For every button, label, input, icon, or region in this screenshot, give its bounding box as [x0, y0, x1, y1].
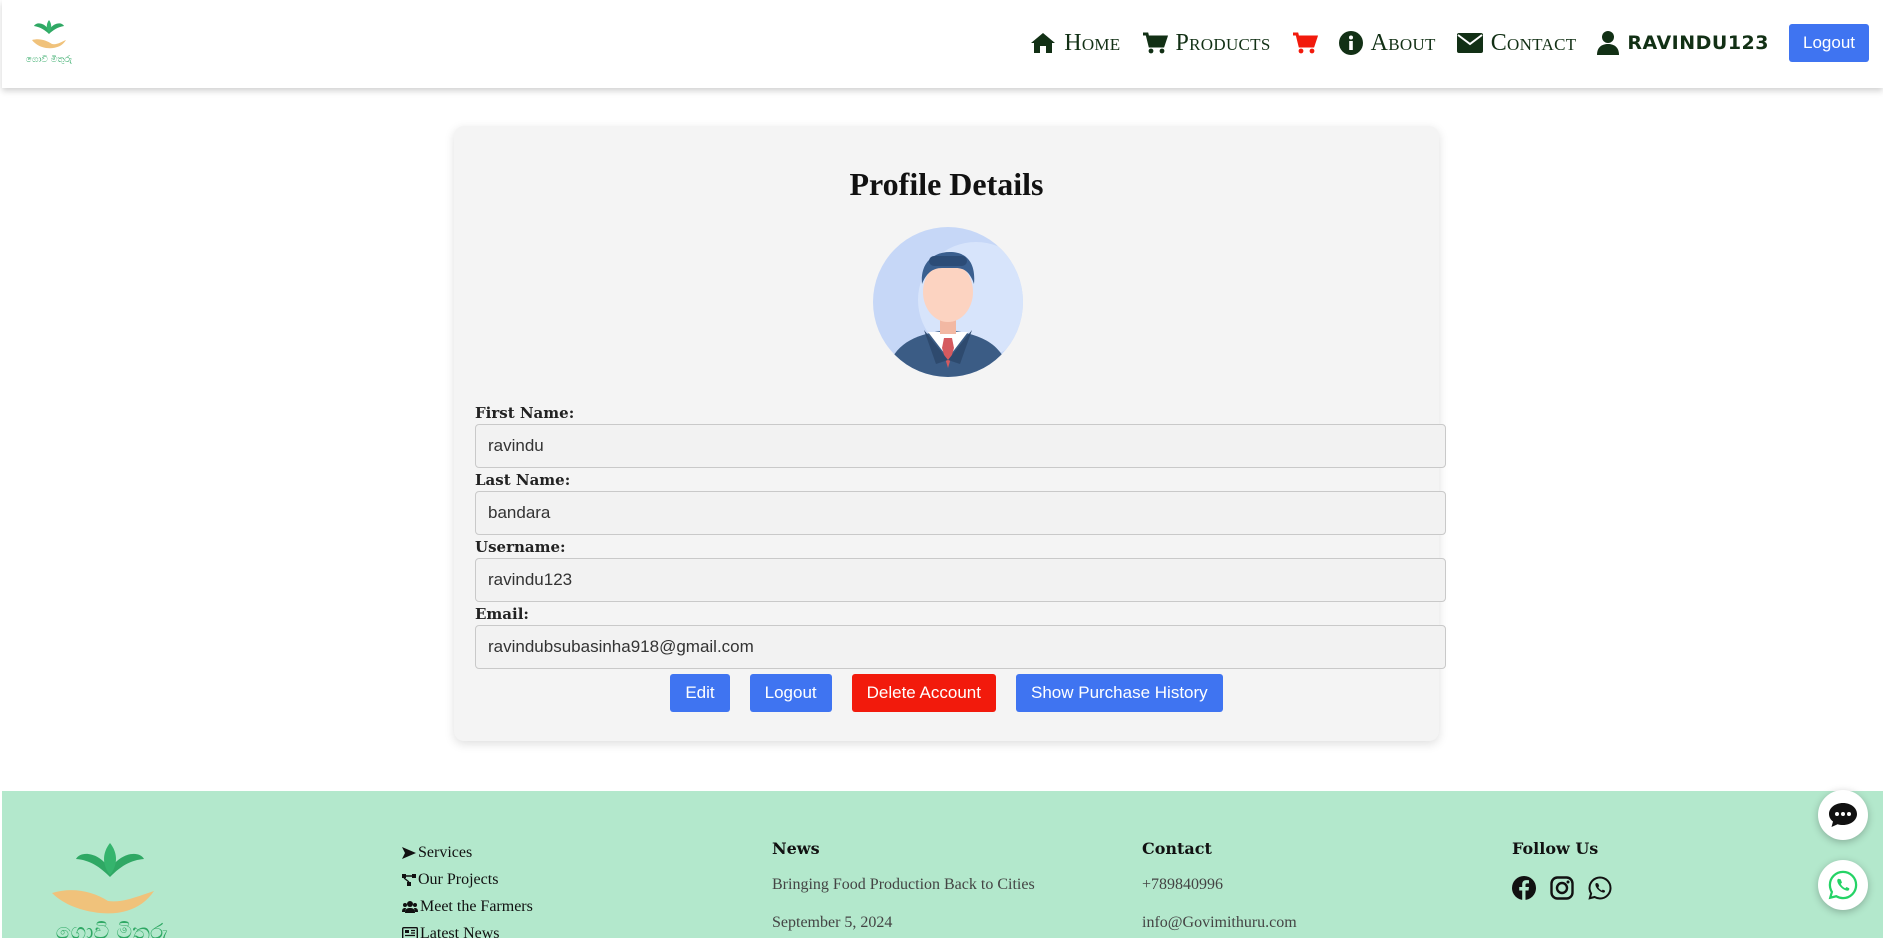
navbar: ගොවි මිතුරු Home Products About Contact …: [2, 0, 1883, 88]
footer-contact: Contact +789840996 info@Govimithuru.com: [1142, 839, 1297, 938]
edit-button[interactable]: Edit: [670, 674, 730, 712]
whatsapp-float-icon: [1828, 870, 1858, 900]
footer-links: Services Our Projects Meet the Farmers L…: [402, 839, 533, 938]
username-input[interactable]: [475, 558, 1446, 602]
chat-bubble-icon: [1829, 803, 1857, 827]
nav-products[interactable]: Products: [1142, 30, 1271, 57]
shopping-cart-icon: [1142, 32, 1168, 54]
footer-follow: Follow Us: [1512, 839, 1626, 900]
main-nav: Home Products About Contact RAVINDU123 L…: [1009, 24, 1869, 62]
paper-plane-icon: [402, 846, 416, 859]
footer-link-services[interactable]: Services: [402, 839, 533, 866]
chat-button[interactable]: [1818, 790, 1868, 840]
nav-about[interactable]: About: [1338, 29, 1436, 57]
nav-username: RAVINDU123: [1627, 32, 1769, 54]
nav-contact[interactable]: Contact: [1456, 29, 1577, 57]
project-diagram-icon: [402, 873, 416, 886]
footer-news: News Bringing Food Production Back to Ci…: [772, 839, 1035, 938]
footer-news-heading: News: [772, 839, 820, 858]
email-label: Email:: [475, 605, 529, 623]
svg-text:ගොවි මිතුරු: ගොවි මිතුරු: [26, 54, 73, 64]
footer-link-label: Our Projects: [418, 870, 499, 888]
footer: ගොවි මිතුරු Services Our Projects Meet t…: [2, 791, 1883, 938]
facebook-icon[interactable]: [1512, 876, 1536, 900]
email-input[interactable]: [475, 625, 1446, 669]
envelope-icon: [1456, 33, 1483, 53]
purchase-history-button[interactable]: Show Purchase History: [1015, 674, 1223, 712]
cart-icon: [1292, 32, 1318, 54]
contact-phone: +789840996: [1142, 876, 1224, 893]
nav-user[interactable]: RAVINDU123: [1597, 31, 1769, 55]
last-name-label: Last Name:: [475, 471, 571, 489]
info-circle-icon: [1338, 31, 1363, 55]
profile-actions: Edit Logout Delete Account Show Purchase…: [454, 674, 1439, 712]
footer-link-projects[interactable]: Our Projects: [402, 866, 533, 893]
username-label: Username:: [475, 538, 566, 556]
news-item-date: September 5, 2024: [772, 914, 893, 931]
home-icon: [1031, 33, 1056, 53]
nav-cart[interactable]: [1292, 32, 1318, 54]
newspaper-icon: [402, 927, 418, 938]
avatar: [872, 226, 1024, 378]
instagram-icon[interactable]: [1550, 876, 1574, 900]
first-name-input[interactable]: [475, 424, 1446, 468]
footer-link-label: Services: [418, 843, 473, 861]
users-icon: [402, 900, 418, 913]
last-name-input[interactable]: [475, 491, 1446, 535]
social-icons: [1512, 876, 1626, 900]
profile-card: Profile Details First Name: Last Name: U…: [454, 126, 1446, 741]
nav-home[interactable]: Home: [1030, 30, 1120, 57]
svg-text:ගොවි මිතුරු: ගොවි මිතුරු: [56, 920, 169, 938]
footer-link-farmers[interactable]: Meet the Farmers: [402, 893, 533, 920]
nav-contact-label: Contact: [1490, 29, 1577, 56]
footer-follow-heading: Follow Us: [1512, 839, 1599, 858]
footer-link-news[interactable]: Latest News: [402, 920, 533, 938]
page-title: Profile Details: [849, 166, 1044, 202]
nav-logout-button[interactable]: Logout: [1789, 24, 1869, 62]
footer-contact-heading: Contact: [1142, 839, 1212, 858]
whatsapp-float-button[interactable]: [1818, 860, 1868, 910]
nav-home-label: Home: [1064, 29, 1121, 56]
delete-account-button[interactable]: Delete Account: [851, 674, 996, 712]
whatsapp-icon[interactable]: [1588, 876, 1612, 900]
nav-about-label: About: [1370, 29, 1436, 56]
brand-logo[interactable]: ගොවි මිතුරු: [24, 16, 74, 65]
footer-link-label: Meet the Farmers: [420, 897, 533, 915]
contact-email[interactable]: info@Govimithuru.com: [1142, 914, 1297, 932]
user-icon: [1597, 31, 1620, 55]
news-item-title[interactable]: Bringing Food Production Back to Cities: [772, 876, 1035, 894]
first-name-label: First Name:: [475, 404, 575, 422]
nav-products-label: Products: [1175, 29, 1271, 56]
footer-link-label: Latest News: [420, 924, 500, 938]
footer-logo: ගොවි මිතුරු: [42, 827, 182, 938]
logout-button[interactable]: Logout: [749, 674, 832, 712]
